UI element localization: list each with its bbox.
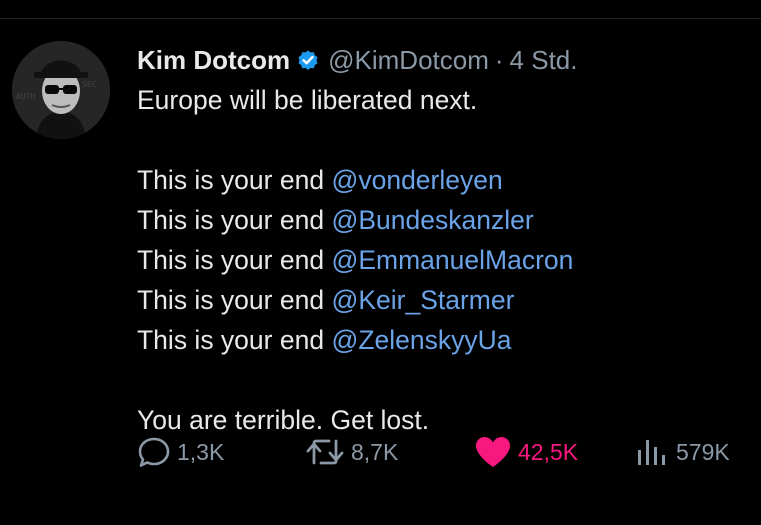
- tweet-line: This is your end @EmmanuelMacron: [137, 240, 747, 280]
- mention-link[interactable]: @vonderleyen: [331, 165, 502, 195]
- reply-icon: [137, 436, 171, 468]
- avatar[interactable]: AUTH SEC: [12, 41, 110, 139]
- like-count: 42,5K: [518, 438, 579, 465]
- tweet-header: Kim Dotcom @KimDotcom · 4 Std.: [137, 40, 747, 80]
- tweet-line: This is your end @ZelenskyyUa: [137, 320, 747, 360]
- line-prefix: This is your end: [137, 325, 325, 355]
- tweet-line-intro: Europe will be liberated next.: [137, 85, 478, 115]
- line-prefix: This is your end: [137, 205, 325, 235]
- mention-link[interactable]: @Bundeskanzler: [331, 205, 533, 235]
- author-handle[interactable]: @KimDotcom: [328, 45, 489, 76]
- svg-text:AUTH: AUTH: [16, 92, 35, 101]
- view-count: 579K: [676, 438, 730, 465]
- mention-link[interactable]: @ZelenskyyUa: [331, 325, 511, 355]
- author-name[interactable]: Kim Dotcom: [137, 45, 290, 76]
- separator-dot: ·: [494, 44, 504, 75]
- tweet-text: Europe will be liberated next. This is y…: [137, 80, 747, 440]
- tweet-line: This is your end @vonderleyen: [137, 160, 747, 200]
- views-button[interactable]: 579K: [634, 432, 730, 472]
- timestamp[interactable]: 4 Std.: [510, 45, 578, 76]
- analytics-icon: [634, 436, 670, 468]
- reply-button[interactable]: 1,3K: [137, 432, 224, 472]
- tweet-line: This is your end @Keir_Starmer: [137, 280, 747, 320]
- line-prefix: This is your end: [137, 165, 325, 195]
- repost-button[interactable]: 8,7K: [305, 432, 398, 472]
- avatar-image: AUTH SEC: [12, 41, 110, 139]
- mention-link[interactable]: @Keir_Starmer: [331, 285, 514, 315]
- top-divider: [0, 0, 761, 19]
- repost-icon: [305, 436, 345, 468]
- reply-count: 1,3K: [177, 438, 225, 465]
- heart-icon: [474, 435, 512, 469]
- svg-text:SEC: SEC: [82, 80, 97, 89]
- verified-badge-icon: [296, 48, 320, 72]
- line-prefix: This is your end: [137, 285, 325, 315]
- line-prefix: This is your end: [137, 245, 325, 275]
- tweet-line: This is your end @Bundeskanzler: [137, 200, 747, 240]
- action-bar: 1,3K 8,7K 42,5K 579K: [0, 432, 761, 472]
- like-button[interactable]: 42,5K: [474, 432, 578, 472]
- mention-link[interactable]: @EmmanuelMacron: [331, 245, 573, 275]
- repost-count: 8,7K: [351, 438, 399, 465]
- tweet: Kim Dotcom @KimDotcom · 4 Std. Europe wi…: [137, 40, 747, 440]
